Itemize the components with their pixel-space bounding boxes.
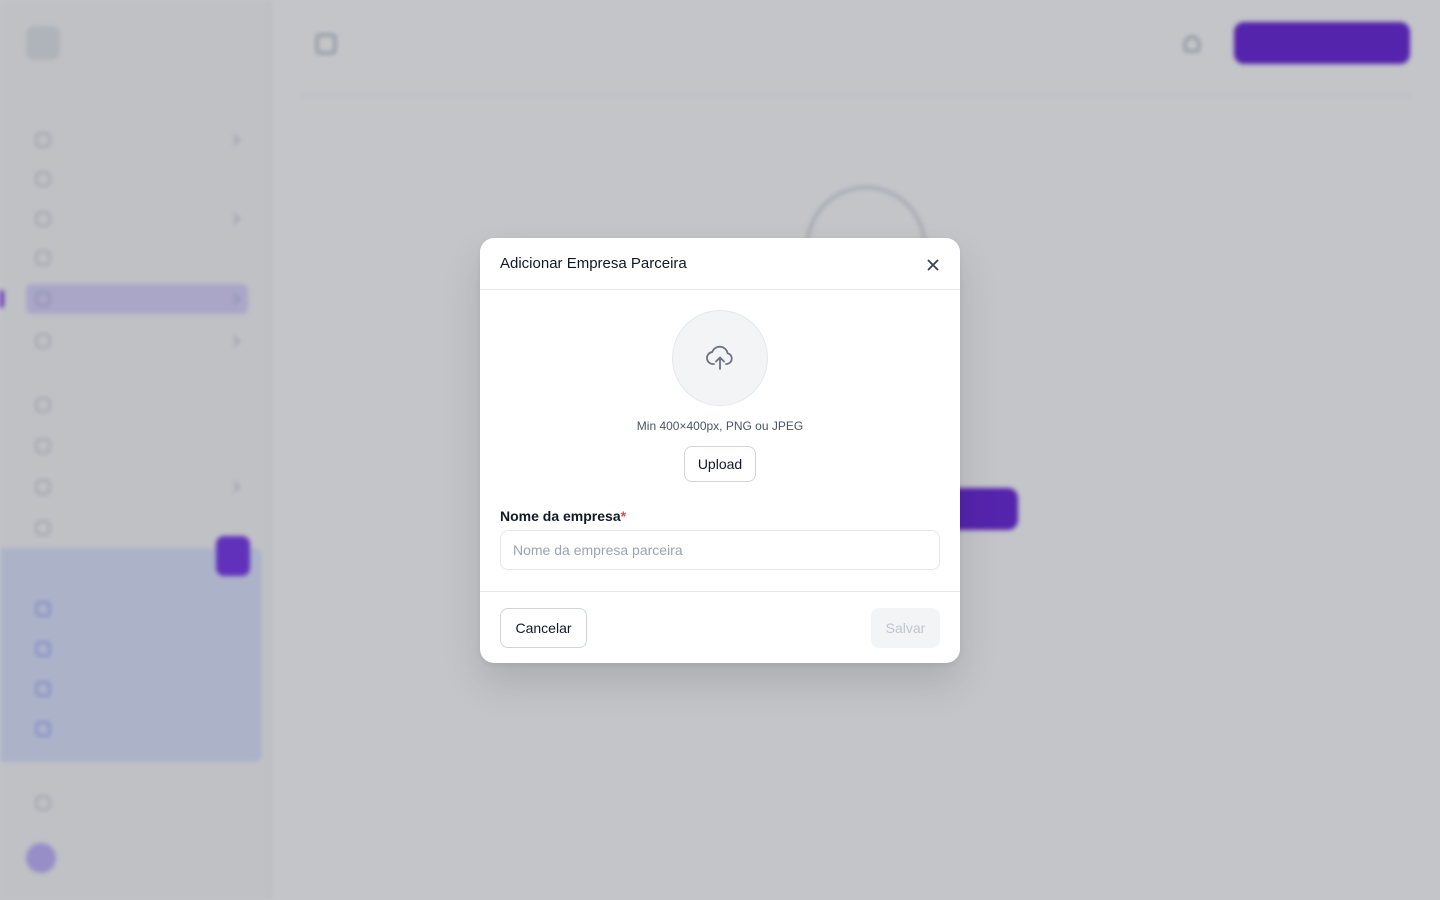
- modal-body: Min 400×400px, PNG ou JPEG Upload Nome d…: [480, 290, 960, 591]
- close-icon: [927, 259, 939, 271]
- company-name-label-text: Nome da empresa: [500, 508, 621, 524]
- close-button[interactable]: [924, 256, 942, 274]
- upload-button[interactable]: Upload: [684, 446, 756, 482]
- save-button[interactable]: Salvar: [871, 608, 940, 648]
- company-name-input[interactable]: [500, 530, 940, 570]
- company-name-label: Nome da empresa*: [500, 508, 626, 524]
- modal-title: Adicionar Empresa Parceira: [500, 255, 687, 272]
- add-partner-company-modal: Adicionar Empresa Parceira Min 400×400px…: [480, 238, 960, 663]
- cancel-button[interactable]: Cancelar: [500, 608, 587, 648]
- upload-hint: Min 400×400px, PNG ou JPEG: [636, 419, 804, 433]
- logo-upload-area[interactable]: [672, 310, 768, 406]
- modal-header: Adicionar Empresa Parceira: [480, 238, 960, 290]
- cloud-upload-icon: [706, 345, 733, 370]
- required-marker: *: [620, 508, 627, 524]
- modal-footer: Cancelar Salvar: [480, 591, 960, 663]
